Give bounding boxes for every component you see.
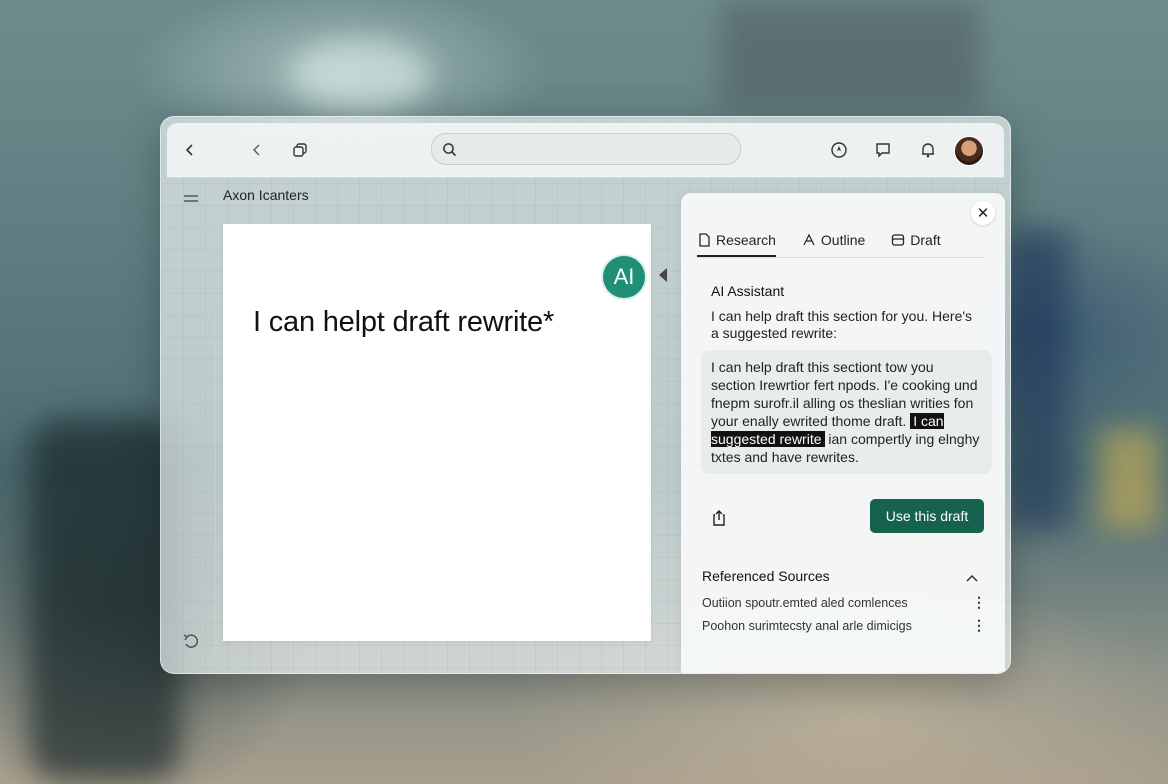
share-icon[interactable] bbox=[711, 509, 727, 527]
app-window: Axon Icanters I can helpt draft rewrite*… bbox=[160, 116, 1011, 674]
suggested-rewrite-box[interactable]: I can help draft this sectiont tow you s… bbox=[701, 350, 992, 474]
avatar[interactable] bbox=[954, 136, 984, 166]
chevron-up-icon[interactable] bbox=[965, 570, 979, 582]
source-item[interactable]: Outiion spoutr.emted aled comlences ⋮ bbox=[702, 594, 986, 611]
ai-assistant-button[interactable]: AI bbox=[601, 254, 647, 300]
referenced-sources-title: Referenced Sources bbox=[702, 568, 830, 584]
compass-icon[interactable] bbox=[826, 137, 852, 163]
close-panel-button[interactable]: ✕ bbox=[971, 201, 995, 225]
background-monitor bbox=[1010, 230, 1070, 530]
more-options-icon[interactable]: ⋮ bbox=[972, 594, 986, 611]
assistant-intro-text: I can help draft this section for you. H… bbox=[711, 308, 973, 341]
tab-outline[interactable]: Outline bbox=[802, 225, 865, 255]
document-icon bbox=[699, 233, 710, 247]
left-rail bbox=[167, 177, 216, 667]
ai-side-panel: ✕ Research Outline Draft AI Assistant I … bbox=[681, 193, 1005, 673]
search-icon bbox=[442, 142, 457, 157]
chat-icon[interactable] bbox=[870, 137, 896, 163]
background-chair bbox=[30, 420, 180, 780]
duplicate-icon[interactable] bbox=[287, 137, 313, 163]
search-bar[interactable] bbox=[431, 133, 741, 165]
more-options-icon[interactable]: ⋮ bbox=[972, 617, 986, 634]
outline-icon bbox=[803, 233, 815, 246]
document-heading[interactable]: I can helpt draft rewrite* bbox=[253, 306, 554, 339]
background-plant bbox=[1100, 430, 1160, 530]
collapse-panel-arrow-icon[interactable] bbox=[659, 268, 667, 282]
background-lamp bbox=[290, 40, 430, 110]
panel-tabs: Research Outline Draft bbox=[697, 225, 985, 258]
document-page[interactable]: I can helpt draft rewrite* bbox=[223, 224, 651, 641]
search-input[interactable] bbox=[463, 140, 740, 158]
use-this-draft-button[interactable]: Use this draft bbox=[870, 499, 984, 533]
background-bookshelf bbox=[720, 0, 980, 110]
tab-draft[interactable]: Draft bbox=[891, 225, 941, 255]
document-title: Axon Icanters bbox=[223, 187, 309, 203]
tab-research[interactable]: Research bbox=[697, 225, 776, 257]
top-toolbar bbox=[167, 123, 1004, 178]
back-icon[interactable] bbox=[244, 137, 270, 163]
menu-icon[interactable] bbox=[181, 189, 201, 209]
assistant-title: AI Assistant bbox=[711, 283, 785, 299]
chevron-left-icon[interactable] bbox=[177, 137, 203, 163]
source-item[interactable]: Poohon surimtecsty anal arle dimicigs ⋮ bbox=[702, 617, 986, 634]
bell-icon[interactable] bbox=[915, 137, 941, 163]
draft-icon bbox=[892, 234, 905, 246]
undo-icon[interactable] bbox=[181, 631, 201, 651]
